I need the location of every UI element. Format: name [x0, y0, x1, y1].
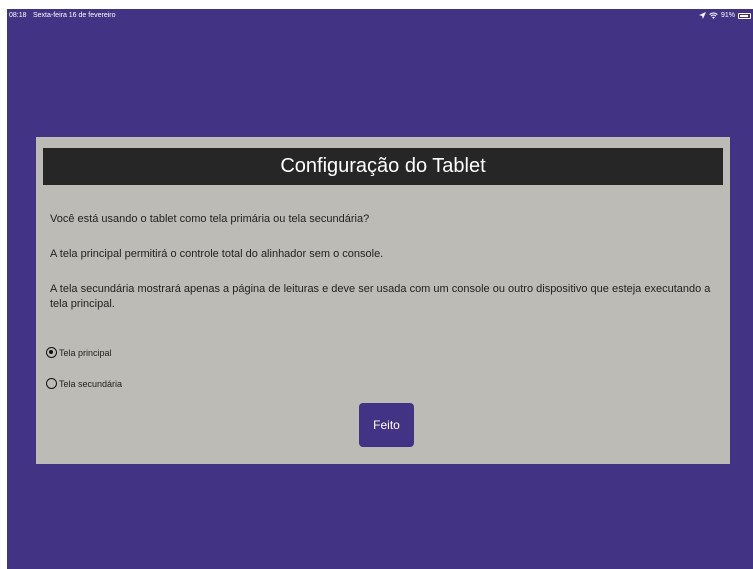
status-date: Sexta-feira 16 de fevereiro: [33, 12, 116, 19]
radio-dot: [49, 350, 53, 354]
secondary-description: A tela secundária mostrará apenas a pági…: [50, 283, 711, 310]
status-bar: 08:18 Sexta-feira 16 de fevereiro 91%: [7, 9, 753, 25]
done-button[interactable]: Feito: [359, 403, 414, 447]
question-text: Você está usando o tablet como tela prim…: [50, 213, 370, 225]
radio-primary-label[interactable]: Tela principal: [59, 348, 112, 358]
tablet-config-dialog: Configuração do Tablet Você está usando …: [36, 137, 730, 464]
wifi-icon: [709, 12, 718, 19]
battery-icon: [738, 12, 751, 19]
app-screen: 08:18 Sexta-feira 16 de fevereiro 91% Co…: [7, 9, 753, 569]
status-time: 08:18: [9, 12, 27, 19]
radio-selected-icon[interactable]: [46, 347, 57, 358]
location-arrow-icon: [698, 12, 706, 19]
battery-fill: [740, 14, 748, 17]
radio-unselected-icon[interactable]: [46, 378, 57, 389]
radio-primary-screen[interactable]: Tela principal: [46, 347, 112, 358]
radio-secondary-label[interactable]: Tela secundária: [59, 379, 122, 389]
status-indicators: 91%: [698, 12, 751, 19]
battery-percentage: 91%: [720, 12, 735, 19]
dialog-title: Configuração do Tablet: [43, 148, 723, 185]
radio-secondary-screen[interactable]: Tela secundária: [46, 378, 122, 389]
primary-description: A tela principal permitirá o controle to…: [50, 248, 384, 260]
